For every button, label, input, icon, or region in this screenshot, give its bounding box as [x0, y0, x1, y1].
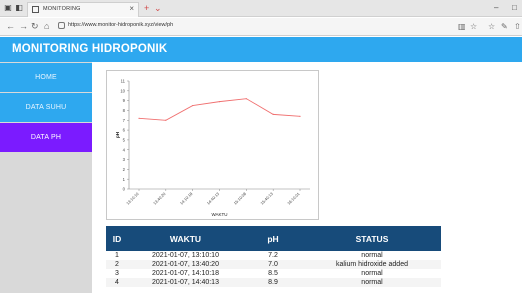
ph-data-point: [138, 117, 140, 119]
table-row: 4 2021-01-07, 14:40:13 8.9 normal: [106, 278, 441, 287]
ph-data-point: [192, 104, 194, 107]
cell-id: 4: [106, 278, 128, 287]
column-header-ph: pH: [243, 226, 303, 251]
ph-chart-svg: 0 1 2 3 4 5 6 7 8 9 10 11 13:10:10 13:40:20 14:10:18 14…: [115, 79, 310, 217]
url-field[interactable]: https://www.monitor-hidroponik.xyz/view/…: [58, 21, 458, 33]
y-tick-label: 1: [123, 177, 126, 182]
column-header-waktu: WAKTU: [128, 226, 243, 251]
cell-ph: 8.9: [243, 278, 303, 287]
y-axis-label: pH: [115, 132, 120, 138]
cell-id: 2: [106, 260, 128, 269]
cell-waktu: 2021-01-07, 13:40:20: [128, 260, 243, 269]
tab-dropdown-icon[interactable]: ⌄: [154, 3, 162, 13]
cell-id: 3: [115, 270, 119, 277]
page-title: MONITORING HIDROPONIK: [12, 43, 168, 55]
table-row: 2 2021-01-07, 13:40:20 7.0 kalium hidrox…: [106, 260, 441, 269]
notes-icon[interactable]: ✎: [501, 21, 508, 32]
ph-data-point: [218, 101, 221, 103]
tab-close-icon[interactable]: ×: [129, 4, 134, 13]
refresh-icon[interactable]: ↻: [31, 21, 39, 32]
browser-tab-bar: ▣ ◧ MONITORING × + ⌄ – □: [0, 0, 522, 17]
cell-status: normal: [361, 252, 383, 259]
y-tick-label: 3: [123, 157, 126, 162]
maximize-icon[interactable]: □: [512, 3, 517, 13]
y-tick-label: 11: [121, 79, 126, 84]
url-text: https://www.monitor-hidroponik.xyz/view/…: [68, 22, 174, 28]
y-tick-label: 9: [123, 98, 126, 103]
y-tick-label: 7: [123, 118, 126, 123]
cell-status: kalium hidroxide added: [303, 260, 441, 269]
x-tick-label: 15:40:13: [259, 191, 274, 206]
sidebar-item-data-suhu[interactable]: DATA SUHU: [0, 93, 92, 122]
ph-data-point: [165, 119, 167, 121]
page-favicon-icon: [32, 6, 39, 13]
y-tick-label: 8: [123, 108, 126, 113]
new-tab-icon[interactable]: +: [144, 3, 149, 13]
y-tick-label: 4: [123, 147, 126, 152]
table-row: 3 2021-01-07, 14:10:18 8.5 normal: [106, 269, 441, 278]
lock-icon: [58, 22, 65, 29]
favorites-hub-icon[interactable]: ☆: [488, 21, 495, 32]
browser-tab[interactable]: MONITORING ×: [27, 2, 139, 17]
cell-waktu: 2021-01-07, 14:40:13: [128, 278, 243, 287]
sidebar-item-home[interactable]: HOME: [0, 63, 92, 92]
site-header: MONITORING HIDROPONIK: [0, 37, 522, 62]
home-icon[interactable]: ⌂: [44, 21, 49, 32]
x-axis-label: WAKTU: [211, 212, 227, 217]
favorite-star-icon[interactable]: ☆: [470, 21, 477, 32]
column-header-status: STATUS: [303, 226, 441, 251]
y-tick-label: 5: [123, 138, 126, 143]
y-tick-label: 2: [123, 167, 126, 172]
cell-ph: 7.0: [243, 260, 303, 269]
cell-id: 1: [115, 252, 119, 259]
x-tick-label: 15:10:08: [232, 191, 247, 206]
sidebar: HOME DATA SUHU DATA PH: [0, 62, 92, 293]
x-tick-label: 13:40:20: [152, 191, 167, 206]
minimize-icon[interactable]: –: [494, 3, 498, 13]
cell-waktu: 2021-01-07, 14:10:18: [152, 270, 219, 277]
ph-data-point: [299, 115, 301, 117]
x-tick-label: 13:10:10: [125, 191, 140, 206]
tab-preview-icon[interactable]: ◧: [14, 3, 24, 13]
y-tick-label: 0: [123, 187, 126, 192]
ph-data-point: [245, 98, 247, 100]
x-tick-label: 16:10:01: [286, 191, 301, 206]
cell-status: normal: [303, 278, 441, 287]
x-tick-label: 14:10:18: [179, 191, 194, 206]
sidebar-item-data-ph[interactable]: DATA PH: [0, 123, 92, 152]
address-bar: ← → ↻ ⌂ https://www.monitor-hidroponik.x…: [0, 18, 522, 36]
table-row: 1 2021-01-07, 13:10:10 7.2 normal: [106, 251, 441, 260]
y-tick-label: 6: [123, 128, 126, 133]
tab-title: MONITORING: [43, 6, 81, 12]
share-icon[interactable]: ⇧: [514, 21, 521, 32]
ph-data-table: ID WAKTU pH STATUS 1 2021-01-07, 13:10:1…: [106, 226, 441, 287]
ph-data-point: [272, 113, 274, 115]
cell-ph: 7.2: [268, 252, 278, 259]
forward-icon[interactable]: →: [19, 21, 28, 32]
tab-list-icon[interactable]: ▣: [3, 3, 13, 13]
back-icon[interactable]: ←: [6, 21, 15, 32]
y-tick-label: 10: [120, 88, 125, 93]
ph-chart: 0 1 2 3 4 5 6 7 8 9 10 11 13:10:10 13:40:20 14:10:18 14…: [106, 70, 319, 220]
column-header-id: ID: [106, 226, 128, 251]
cell-ph: 8.5: [268, 270, 278, 277]
x-tick-label: 14:40:13: [206, 191, 221, 206]
reading-view-icon[interactable]: ▥: [458, 21, 466, 32]
cell-waktu: 2021-01-07, 13:10:10: [152, 252, 219, 259]
table-header-row: ID WAKTU pH STATUS: [106, 226, 441, 251]
cell-status: normal: [361, 270, 383, 277]
